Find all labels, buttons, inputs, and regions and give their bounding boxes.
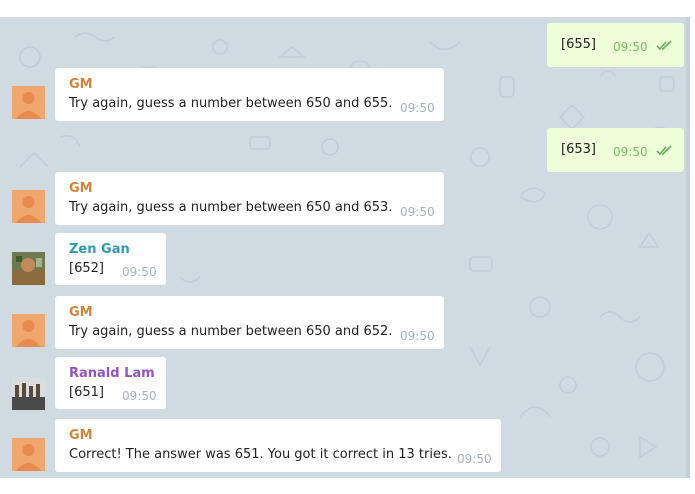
message-text: [653]	[561, 142, 596, 157]
default-orange-person-icon	[12, 438, 45, 471]
sender-name[interactable]: Zen Gan	[69, 242, 130, 257]
message-time: 09:50	[400, 329, 435, 343]
outgoing-message[interactable]: [655] 09:50	[547, 23, 684, 67]
avatar[interactable]	[12, 377, 45, 410]
sender-name[interactable]: GM	[69, 181, 93, 196]
incoming-message[interactable]: Ranald Lam [651] 09:50	[55, 357, 166, 409]
sender-name[interactable]: GM	[69, 428, 93, 443]
message-text: Correct! The answer was 651. You got it …	[69, 447, 452, 462]
photo-avatar	[12, 377, 45, 410]
avatar[interactable]	[12, 438, 45, 471]
outgoing-message[interactable]: [653] 09:50	[547, 128, 684, 172]
read-double-check-icon	[656, 145, 672, 156]
message-text: [655]	[561, 37, 596, 52]
incoming-message[interactable]: GM Correct! The answer was 651. You got …	[55, 419, 501, 472]
message-text: [651]	[69, 385, 104, 400]
message-time: 09:50	[613, 40, 648, 54]
sender-name[interactable]: Ranald Lam	[69, 366, 155, 381]
incoming-message[interactable]: GM Try again, guess a number between 650…	[55, 172, 444, 225]
message-time: 09:50	[400, 205, 435, 219]
message-time: 09:50	[122, 265, 157, 279]
message-time: 09:50	[613, 145, 648, 159]
message-text: Try again, guess a number between 650 an…	[69, 200, 393, 215]
chat-area[interactable]: [655] 09:50 GM Try again, guess a number…	[0, 17, 690, 478]
read-double-check-icon	[656, 40, 672, 51]
message-time: 09:50	[122, 389, 157, 403]
photo-avatar	[12, 252, 45, 285]
sender-name[interactable]: GM	[69, 77, 93, 92]
message-text: Try again, guess a number between 650 an…	[69, 96, 393, 111]
message-text: [652]	[69, 261, 104, 276]
avatar[interactable]	[12, 190, 45, 223]
scrollbar-track[interactable]	[686, 17, 690, 478]
incoming-message[interactable]: GM Try again, guess a number between 650…	[55, 296, 444, 349]
sender-name[interactable]: GM	[69, 305, 93, 320]
message-text: Try again, guess a number between 650 an…	[69, 324, 393, 339]
message-time: 09:50	[457, 452, 492, 466]
avatar[interactable]	[12, 252, 45, 285]
default-orange-person-icon	[12, 314, 45, 347]
incoming-message[interactable]: Zen Gan [652] 09:50	[55, 233, 166, 285]
default-orange-person-icon	[12, 86, 45, 119]
message-time: 09:50	[400, 101, 435, 115]
default-orange-person-icon	[12, 190, 45, 223]
incoming-message[interactable]: GM Try again, guess a number between 650…	[55, 68, 444, 121]
avatar[interactable]	[12, 86, 45, 119]
avatar[interactable]	[12, 314, 45, 347]
